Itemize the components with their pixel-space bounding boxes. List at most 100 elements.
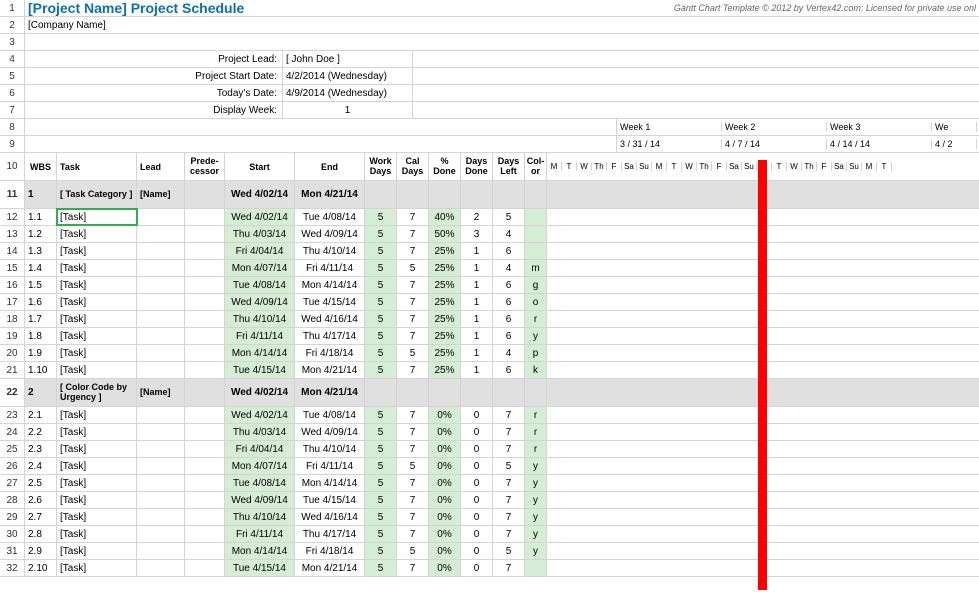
cell-pd[interactable]: 50% <box>429 226 461 242</box>
cell-dl[interactable]: 7 <box>493 441 525 457</box>
cell-pred[interactable] <box>185 294 225 310</box>
cell-cd[interactable]: 7 <box>397 509 429 525</box>
task-row[interactable]: 24 2.2 [Task] Thu 4/03/14 Wed 4/09/14 5 … <box>0 424 979 441</box>
cell-pd[interactable]: 25% <box>429 328 461 344</box>
meta-today-value[interactable]: 4/9/2014 (Wednesday) <box>283 85 413 101</box>
cell-dl[interactable]: 7 <box>493 492 525 508</box>
cell-task[interactable]: [Task] <box>57 294 137 310</box>
cell-dl[interactable]: 6 <box>493 328 525 344</box>
day-header[interactable]: Th <box>592 162 607 171</box>
cell-dl[interactable]: 7 <box>493 526 525 542</box>
cell-dd[interactable]: 0 <box>461 560 493 576</box>
day-header[interactable]: F <box>712 162 727 171</box>
week-label[interactable]: Week 2 <box>722 122 827 132</box>
cat-lead[interactable]: [Name] <box>137 379 185 406</box>
task-row[interactable]: 15 1.4 [Task] Mon 4/07/14 Fri 4/11/14 5 … <box>0 260 979 277</box>
cell-dd[interactable]: 1 <box>461 294 493 310</box>
cell-co[interactable]: m <box>525 260 547 276</box>
cell-dd[interactable]: 0 <box>461 458 493 474</box>
day-header[interactable]: T <box>667 162 682 171</box>
hdr-dd[interactable]: Days Done <box>461 153 493 180</box>
cell-co[interactable]: y <box>525 492 547 508</box>
cell-cd[interactable]: 7 <box>397 492 429 508</box>
cell-wbs[interactable]: 2.2 <box>25 424 57 440</box>
cell-task[interactable]: [Task] <box>57 560 137 576</box>
task-row[interactable]: 13 1.2 [Task] Thu 4/03/14 Wed 4/09/14 5 … <box>0 226 979 243</box>
day-header[interactable]: Sa <box>727 162 742 171</box>
week-date[interactable]: 3 / 31 / 14 <box>617 139 722 149</box>
cell-lead[interactable] <box>137 458 185 474</box>
cell-lead[interactable] <box>137 311 185 327</box>
cell-pred[interactable] <box>185 277 225 293</box>
cell-wbs[interactable]: 1.3 <box>25 243 57 259</box>
cell-end[interactable]: Wed 4/09/14 <box>295 424 365 440</box>
task-row[interactable]: 28 2.6 [Task] Wed 4/09/14 Tue 4/15/14 5 … <box>0 492 979 509</box>
cell-wbs[interactable]: 1.4 <box>25 260 57 276</box>
cell-cd[interactable]: 7 <box>397 407 429 423</box>
cell-pred[interactable] <box>185 243 225 259</box>
cell-lead[interactable] <box>137 560 185 576</box>
cell-pred[interactable] <box>185 492 225 508</box>
cell-pred[interactable] <box>185 226 225 242</box>
cell-cd[interactable]: 7 <box>397 311 429 327</box>
cell-dd[interactable]: 1 <box>461 311 493 327</box>
cell-start[interactable]: Mon 4/07/14 <box>225 458 295 474</box>
cell-wbs[interactable]: 1.9 <box>25 345 57 361</box>
task-row[interactable]: 19 1.8 [Task] Fri 4/11/14 Thu 4/17/14 5 … <box>0 328 979 345</box>
cell-end[interactable]: Thu 4/10/14 <box>295 243 365 259</box>
cell-cd[interactable]: 5 <box>397 260 429 276</box>
cell-wd[interactable]: 5 <box>365 243 397 259</box>
day-header[interactable]: W <box>787 162 802 171</box>
cell-end[interactable]: Thu 4/10/14 <box>295 441 365 457</box>
cell-pred[interactable] <box>185 328 225 344</box>
cell-wd[interactable]: 5 <box>365 294 397 310</box>
cell-pd[interactable]: 40% <box>429 209 461 225</box>
cell-end[interactable]: Mon 4/21/14 <box>295 560 365 576</box>
cell-pd[interactable]: 0% <box>429 424 461 440</box>
cell-lead[interactable] <box>137 294 185 310</box>
cell-dd[interactable]: 0 <box>461 526 493 542</box>
cell-pd[interactable]: 0% <box>429 509 461 525</box>
cell-pd[interactable]: 0% <box>429 560 461 576</box>
cell-end[interactable]: Wed 4/16/14 <box>295 311 365 327</box>
cell-dd[interactable]: 0 <box>461 509 493 525</box>
cell-cd[interactable]: 5 <box>397 543 429 559</box>
cell-wd[interactable]: 5 <box>365 311 397 327</box>
cell-start[interactable]: Tue 4/08/14 <box>225 277 295 293</box>
cell-start[interactable]: Wed 4/09/14 <box>225 294 295 310</box>
day-header[interactable]: Sa <box>832 162 847 171</box>
week-date[interactable]: 4 / 7 / 14 <box>722 139 827 149</box>
cell-task[interactable]: [Task] <box>57 226 137 242</box>
cell-pred[interactable] <box>185 526 225 542</box>
hdr-wd[interactable]: Work Days <box>365 153 397 180</box>
cell-cd[interactable]: 7 <box>397 294 429 310</box>
cell-wbs[interactable]: 1.5 <box>25 277 57 293</box>
task-row[interactable]: 25 2.3 [Task] Fri 4/04/14 Thu 4/10/14 5 … <box>0 441 979 458</box>
cell-task[interactable]: [Task] <box>57 492 137 508</box>
week-date[interactable]: 4 / 2 <box>932 139 977 149</box>
cell-pred[interactable] <box>185 441 225 457</box>
cell-co[interactable]: y <box>525 458 547 474</box>
cell-lead[interactable] <box>137 526 185 542</box>
cell-end[interactable]: Mon 4/14/14 <box>295 277 365 293</box>
cell-pred[interactable] <box>185 311 225 327</box>
hdr-cd[interactable]: Cal Days <box>397 153 429 180</box>
cat-name[interactable]: [ Color Code by Urgency ] <box>57 379 137 406</box>
cell-wbs[interactable]: 2.4 <box>25 458 57 474</box>
cell-dd[interactable]: 0 <box>461 407 493 423</box>
cell-dd[interactable]: 1 <box>461 328 493 344</box>
cell-wbs[interactable]: 2.3 <box>25 441 57 457</box>
day-header[interactable]: M <box>652 162 667 171</box>
cell-start[interactable]: Mon 4/07/14 <box>225 260 295 276</box>
cat-end[interactable]: Mon 4/21/14 <box>295 379 365 406</box>
cell-co[interactable] <box>525 209 547 225</box>
cat-name[interactable]: [ Task Category ] <box>57 181 137 208</box>
cat-start[interactable]: Wed 4/02/14 <box>225 379 295 406</box>
cell-task[interactable]: [Task] <box>57 475 137 491</box>
task-row[interactable]: 12 1.1 [Task] Wed 4/02/14 Tue 4/08/14 5 … <box>0 209 979 226</box>
page-title[interactable]: [Project Name] Project Schedule <box>25 0 425 16</box>
cell-dl[interactable]: 7 <box>493 509 525 525</box>
cell-cd[interactable]: 7 <box>397 362 429 378</box>
meta-lead-value[interactable]: [ John Doe ] <box>283 51 413 67</box>
cell-pd[interactable]: 25% <box>429 243 461 259</box>
